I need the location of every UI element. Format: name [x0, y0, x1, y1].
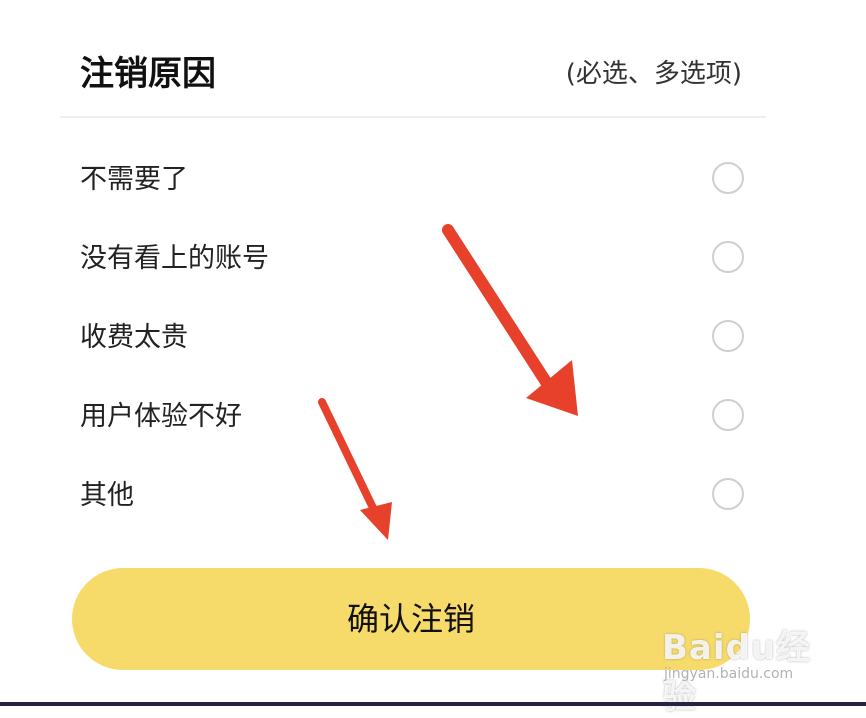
- option-label: 收费太贵: [80, 322, 188, 353]
- option-label: 没有看上的账号: [80, 243, 269, 274]
- reason-option-bad-experience[interactable]: 用户体验不好: [80, 387, 744, 447]
- option-radio[interactable]: [712, 162, 744, 194]
- option-label: 其他: [80, 480, 134, 511]
- reason-option-not-needed[interactable]: 不需要了: [80, 150, 744, 210]
- option-radio[interactable]: [712, 241, 744, 273]
- reason-option-too-expensive[interactable]: 收费太贵: [80, 308, 744, 368]
- option-radio[interactable]: [712, 320, 744, 352]
- confirm-cancel-account-button[interactable]: 确认注销: [72, 568, 750, 670]
- divider: [60, 116, 766, 118]
- dialog-title: 注销原因: [80, 54, 216, 94]
- option-radio[interactable]: [712, 478, 744, 510]
- option-label: 用户体验不好: [80, 401, 242, 432]
- bottom-border: [0, 702, 866, 706]
- baidu-watermark: Baidu经验 jingyan.baidu.com: [662, 612, 832, 717]
- reason-option-no-account-liked[interactable]: 没有看上的账号: [80, 229, 744, 289]
- dialog-subtitle: (必选、多选项): [565, 59, 742, 89]
- watermark-site: jingyan.baidu.com: [664, 666, 794, 682]
- option-label: 不需要了: [80, 164, 188, 195]
- option-radio[interactable]: [712, 399, 744, 431]
- reason-option-other[interactable]: 其他: [80, 466, 744, 526]
- close-icon[interactable]: [720, 0, 752, 8]
